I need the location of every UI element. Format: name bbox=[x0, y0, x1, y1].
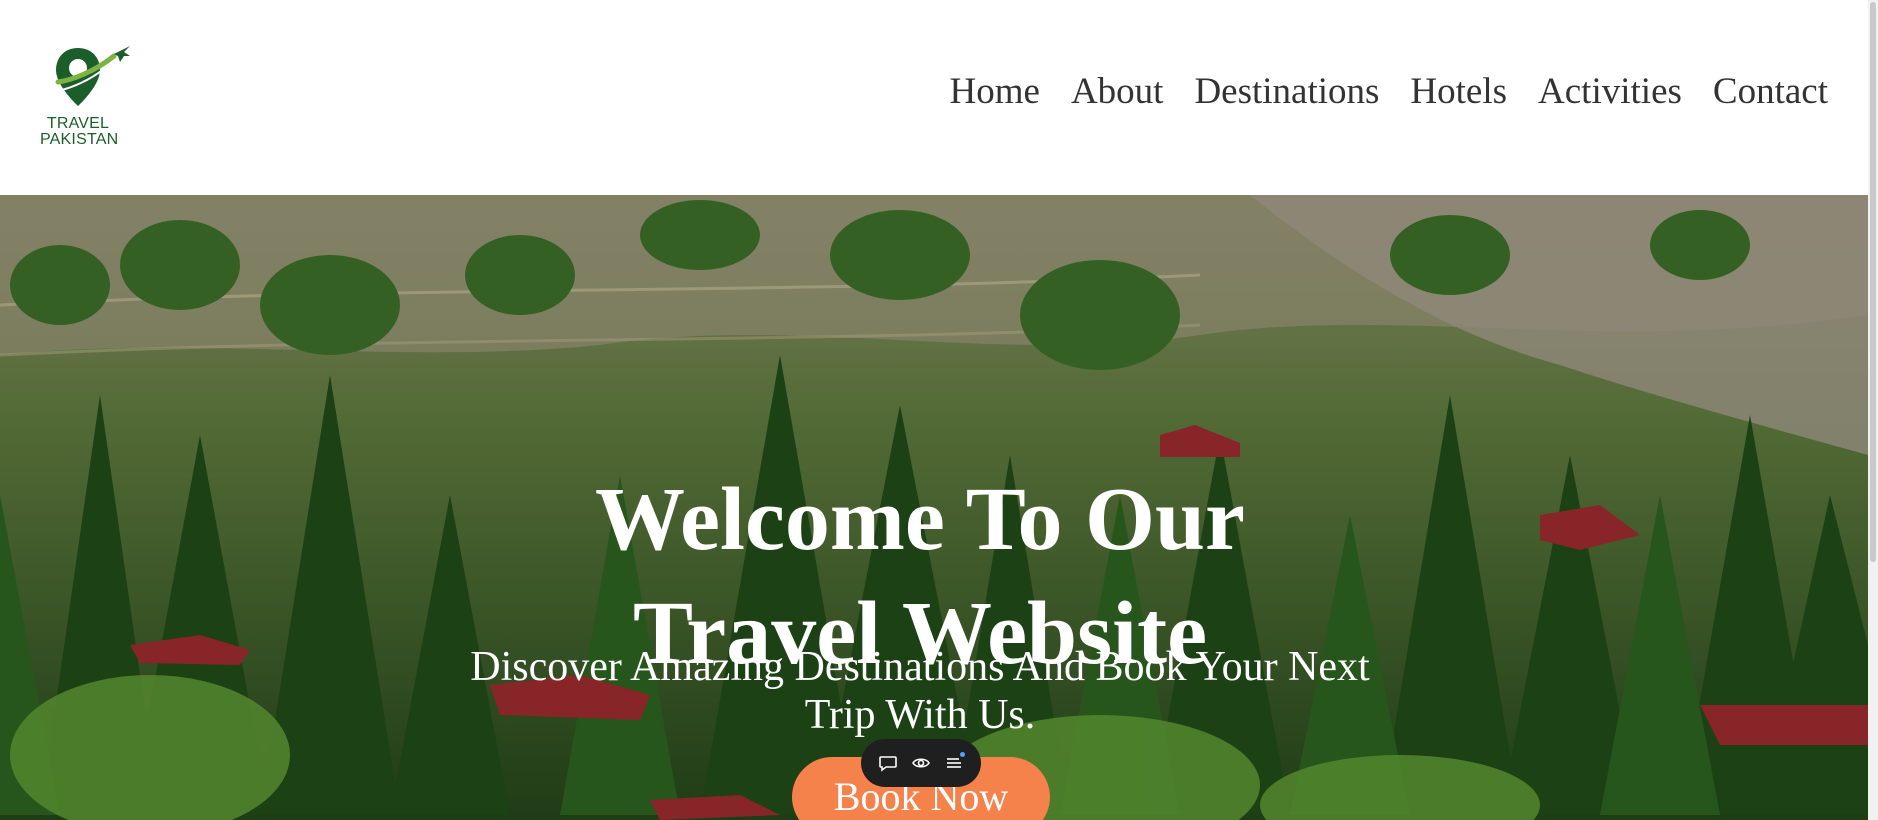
logo-text-line1: TRAVEL bbox=[46, 115, 110, 132]
nav-activities[interactable]: Activities bbox=[1538, 70, 1682, 114]
nav-about[interactable]: About bbox=[1071, 70, 1164, 114]
nav-hotels[interactable]: Hotels bbox=[1410, 70, 1507, 114]
hero-subtitle-line2: Trip With Us. bbox=[804, 692, 1036, 738]
hero-subtitle-line1: Discover Amazing Destinations And Book Y… bbox=[470, 644, 1370, 690]
main-nav: Home About Destinations Hotels Activitie… bbox=[950, 70, 1829, 114]
scrollbar-thumb[interactable] bbox=[1870, 2, 1876, 562]
hero-section: Welcome To Our Travel Website Discover A… bbox=[0, 195, 1868, 820]
notification-dot bbox=[960, 752, 966, 757]
nav-contact[interactable]: Contact bbox=[1713, 70, 1828, 114]
site-logo[interactable]: TRAVEL PAKISTAN bbox=[40, 42, 132, 150]
site-header: TRAVEL PAKISTAN Home About Destinations … bbox=[0, 0, 1868, 195]
page-scrollbar[interactable] bbox=[1868, 0, 1878, 820]
map-pin-plane-icon bbox=[55, 46, 130, 106]
list-icon[interactable] bbox=[942, 751, 966, 775]
logo-text-line2: PAKISTAN bbox=[40, 131, 119, 148]
hero-subtitle: Discover Amazing Destinations And Book Y… bbox=[0, 643, 1840, 739]
eye-icon[interactable] bbox=[909, 751, 933, 775]
hero-title-line1: Welcome To Our bbox=[595, 470, 1245, 569]
nav-home[interactable]: Home bbox=[950, 70, 1040, 114]
comment-icon[interactable] bbox=[876, 751, 900, 775]
floating-toolbar bbox=[861, 739, 981, 787]
nav-destinations[interactable]: Destinations bbox=[1194, 70, 1379, 114]
